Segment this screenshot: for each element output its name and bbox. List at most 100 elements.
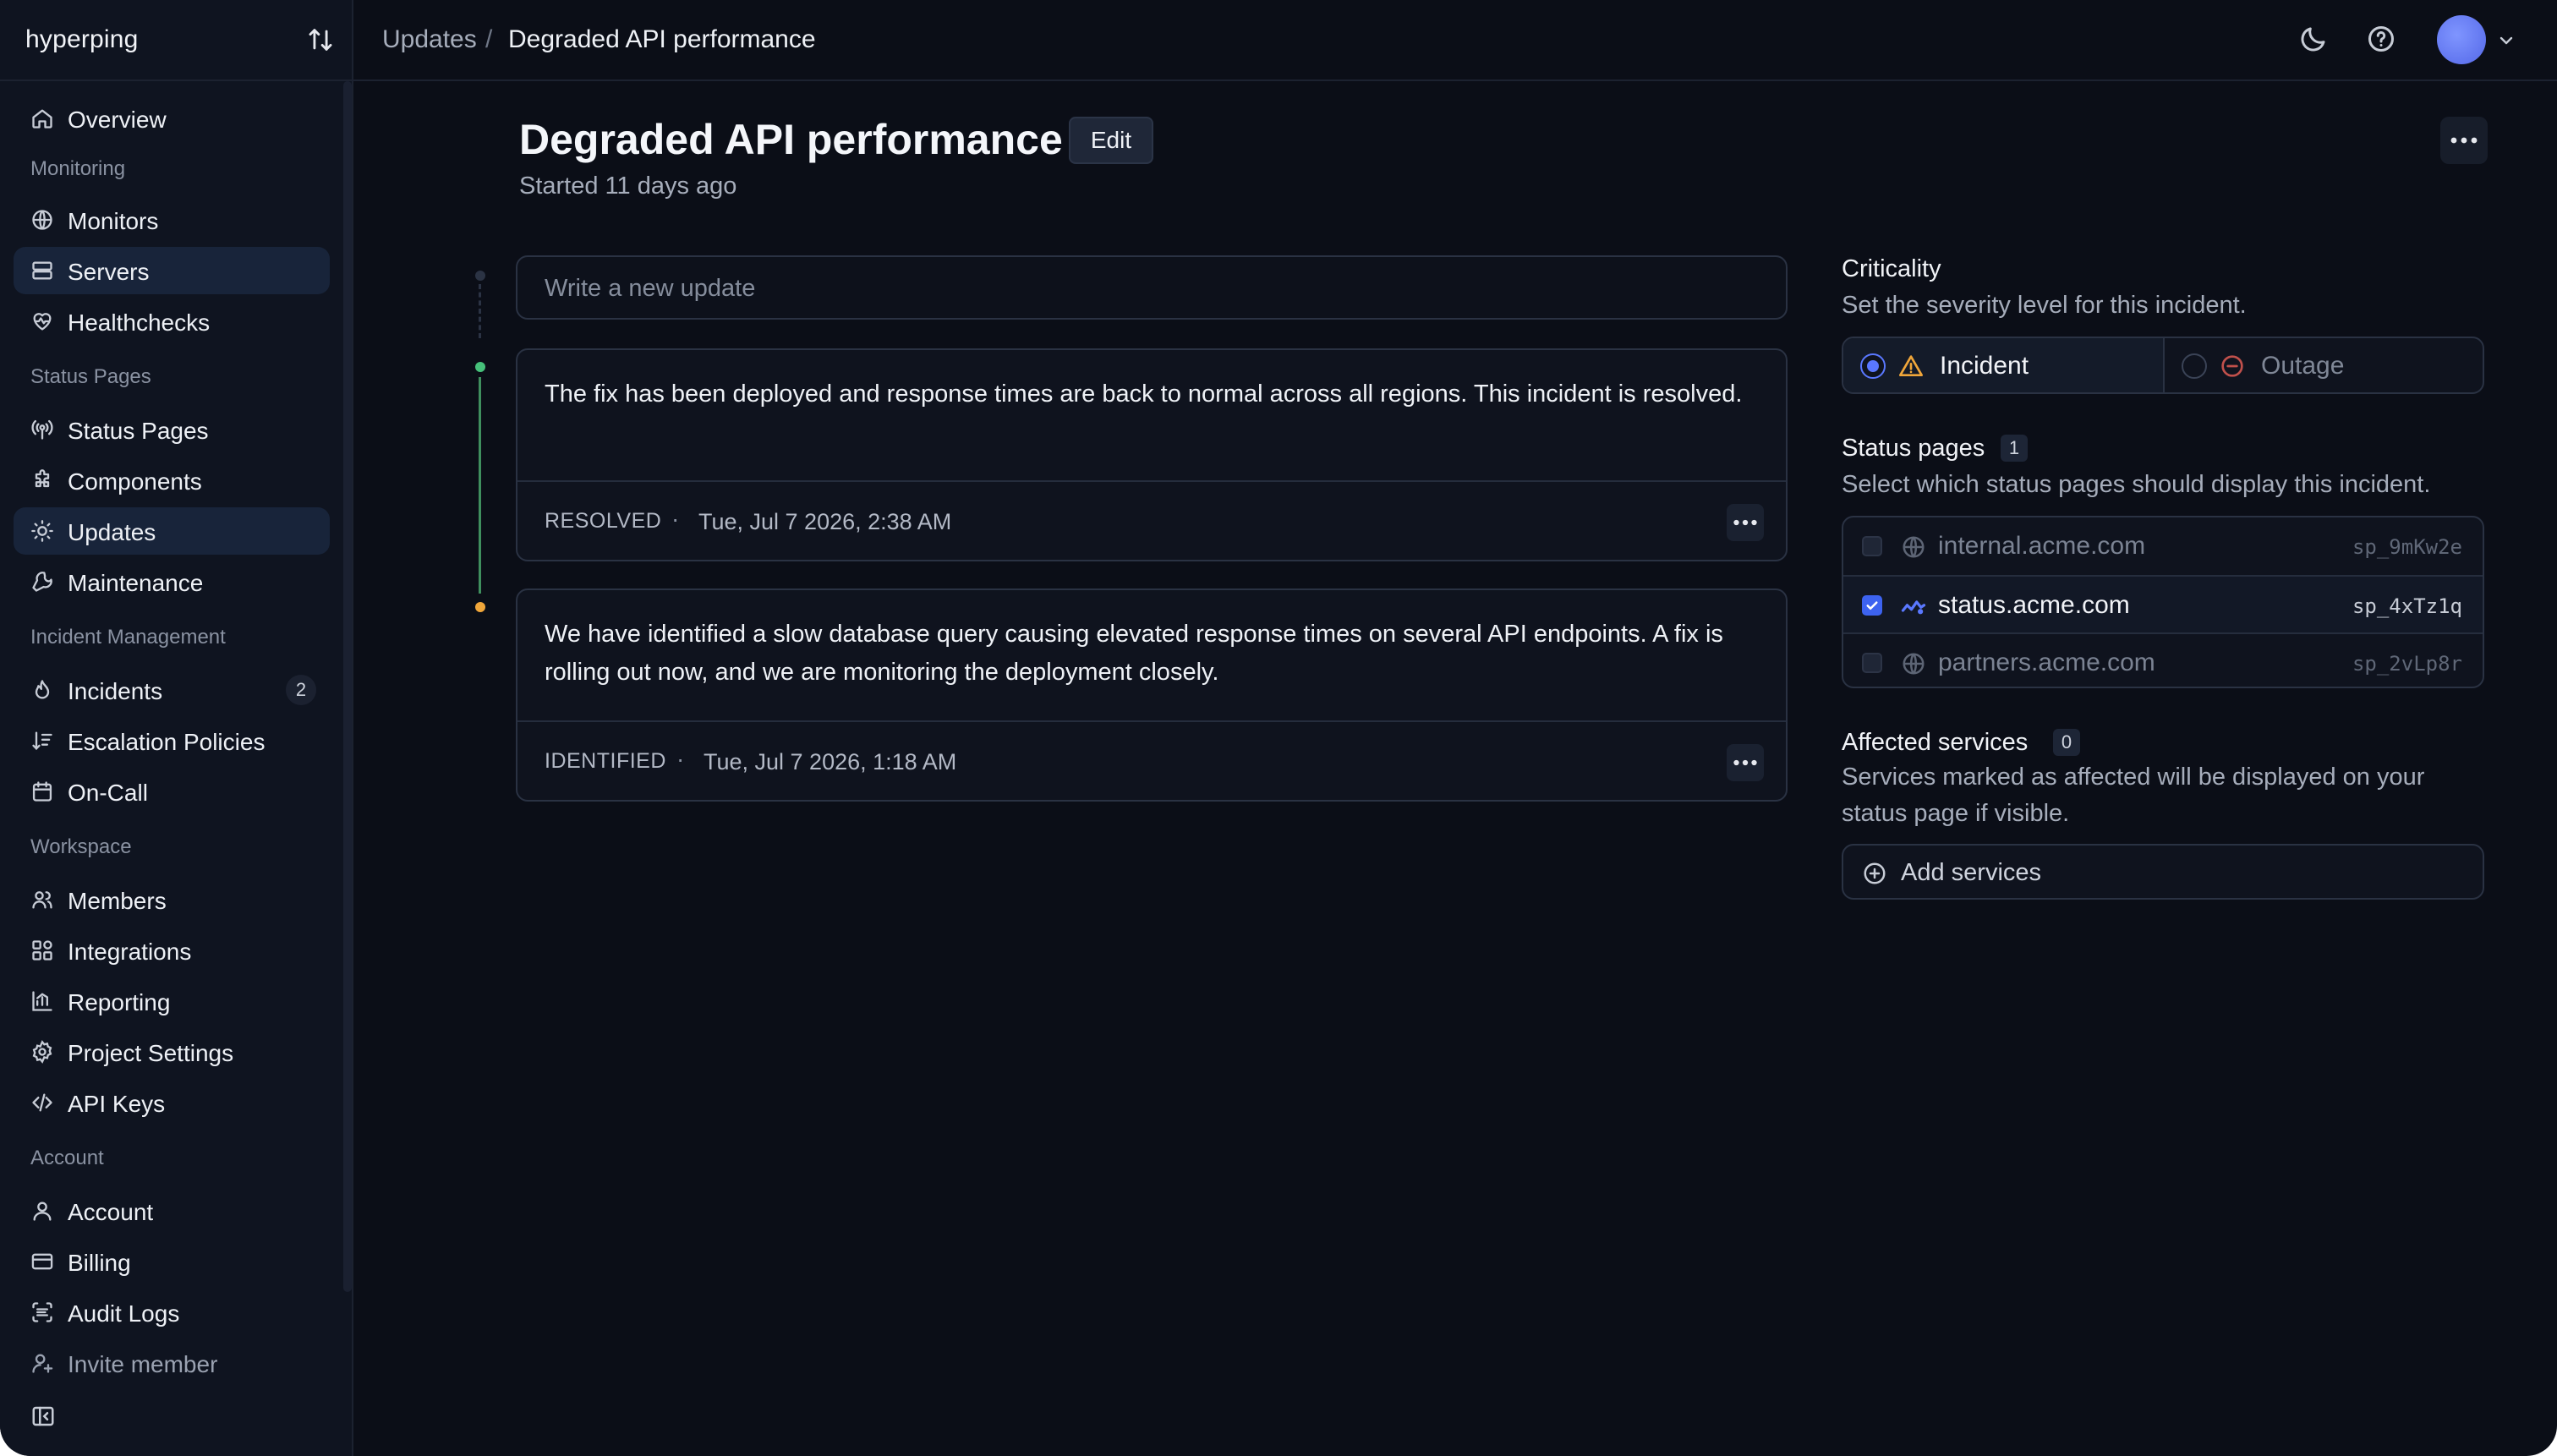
update-body: The fix has been deployed and response t… [545, 380, 1743, 408]
credit-card-icon [31, 1253, 53, 1270]
affected-services-count: 0 [2053, 729, 2080, 756]
breadcrumb-current: Degraded API performance [508, 25, 816, 53]
globe-icon [32, 210, 52, 230]
sort-descending-icon [32, 731, 52, 750]
activity-icon [1901, 600, 1926, 615]
sidebar-collapse-icon[interactable] [30, 1404, 56, 1429]
home-icon [32, 109, 52, 129]
update-footer: RESOLVED · Tue, Jul 7 2026, 2:38 AM [517, 480, 1786, 560]
sidebar-item-label: Maintenance [68, 570, 204, 596]
top-bar: Updates / Degraded API performance [353, 0, 2557, 81]
sidebar-item-label: Updates [68, 519, 156, 545]
blocks-icon [32, 940, 52, 961]
sidebar-item-audit-logs[interactable]: Audit Logs [14, 1289, 330, 1336]
sidebar-item-updates[interactable]: Updates [14, 507, 330, 555]
code-icon [32, 1093, 52, 1112]
gear-icon [32, 1040, 52, 1064]
checkbox-unchecked[interactable] [1862, 653, 1882, 673]
sidebar-item-label: Monitors [68, 208, 159, 234]
sidebar-item-label: API Keys [68, 1091, 166, 1117]
chevron-down-icon[interactable] [2496, 30, 2516, 51]
sidebar-item-account[interactable]: Account [14, 1187, 330, 1234]
sidebar-item-label: Status Pages [68, 418, 209, 444]
status-page-name: status.acme.com [1938, 591, 2130, 619]
checkbox-checked[interactable] [1862, 595, 1882, 616]
sidebar-item-label: Members [68, 888, 167, 914]
sidebar-item-label: Servers [68, 259, 150, 285]
puzzle-icon [35, 469, 50, 488]
sidebar-item-label: Healthchecks [68, 309, 211, 336]
users-icon [32, 891, 52, 909]
wrench-icon [32, 572, 52, 592]
sidebar-item-invite-member[interactable]: Invite member [14, 1339, 330, 1387]
update-card: The fix has been deployed and response t… [516, 348, 1788, 561]
status-page-row[interactable]: partners.acme.com sp_2vLp8r [1843, 632, 2483, 687]
update-more-button[interactable] [1727, 744, 1764, 781]
sidebar-item-label: Overview [68, 107, 167, 133]
sidebar-scrollbar[interactable] [343, 81, 352, 1292]
criticality-option-outage[interactable]: Outage [2165, 338, 2483, 392]
update-separator: · [671, 506, 680, 532]
sidebar-item-api-keys[interactable]: API Keys [14, 1079, 330, 1126]
help-circle-icon[interactable] [2366, 24, 2396, 54]
add-services-label: Add services [1901, 859, 2042, 886]
update-body: We have identified a slow database query… [545, 621, 1723, 686]
sidebar-item-reporting[interactable]: Reporting [14, 977, 330, 1025]
sidebar-section-workspace: Workspace [30, 835, 132, 858]
sidebar-item-label: Escalation Policies [68, 729, 266, 755]
update-timestamp: Tue, Jul 7 2026, 2:38 AM [698, 509, 952, 534]
sun-icon [31, 520, 53, 542]
app-window: hyperping Overview Monitoring Monitors S… [0, 0, 2557, 1456]
incident-more-button[interactable] [2440, 117, 2488, 164]
sidebar-item-on-call[interactable]: On-Call [14, 768, 330, 815]
affected-services-title: Affected services [1842, 729, 2029, 756]
criticality-selector: Incident Outage [1842, 337, 2484, 394]
radio-selected[interactable] [1860, 353, 1886, 379]
sidebar-item-servers[interactable]: Servers [14, 247, 330, 294]
radio-unselected[interactable] [2182, 353, 2207, 379]
incidents-count-badge: 2 [286, 675, 316, 705]
sidebar-item-label: Invite member [68, 1351, 218, 1377]
sidebar-item-overview[interactable]: Overview [14, 95, 330, 142]
incident-started: Started 11 days ago [519, 172, 737, 200]
sidebar-item-incidents[interactable]: Incidents 2 [14, 666, 330, 714]
sidebar-section-account: Account [30, 1147, 104, 1169]
update-more-button[interactable] [1727, 504, 1764, 541]
flame-icon [35, 680, 50, 699]
update-card: We have identified a slow database query… [516, 588, 1788, 802]
status-page-row[interactable]: status.acme.com sp_4xTz1q [1843, 575, 2483, 632]
app-name: hyperping [25, 25, 139, 53]
sidebar-item-healthchecks[interactable]: Healthchecks [14, 298, 330, 345]
status-page-row[interactable]: internal.acme.com sp_9mKw2e [1843, 517, 2483, 575]
status-page-id: sp_4xTz1q [2352, 594, 2462, 618]
status-page-name: partners.acme.com [1938, 649, 2155, 676]
sidebar-item-project-settings[interactable]: Project Settings [14, 1028, 330, 1076]
sidebar-item-status-pages[interactable]: Status Pages [14, 406, 330, 453]
new-update-input[interactable]: Write a new update [516, 255, 1788, 320]
sidebar-item-label: Reporting [68, 989, 171, 1015]
add-services-button[interactable]: Add services [1842, 844, 2484, 900]
sidebar-item-components[interactable]: Components [14, 457, 330, 504]
timeline-dot-identified [475, 602, 485, 612]
criticality-option-incident[interactable]: Incident [1843, 338, 2163, 392]
sidebar-item-escalation-policies[interactable]: Escalation Policies [14, 717, 330, 764]
update-status: RESOLVED [545, 509, 662, 533]
sidebar-item-maintenance[interactable]: Maintenance [14, 558, 330, 605]
moon-icon[interactable] [2298, 24, 2329, 54]
checkbox-unchecked[interactable] [1862, 536, 1882, 556]
arrow-up-down-icon[interactable] [306, 25, 335, 54]
sidebar-item-billing[interactable]: Billing [14, 1238, 330, 1285]
heart-pulse-icon [33, 313, 52, 331]
more-horizontal-icon [1733, 759, 1757, 766]
sidebar-item-members[interactable]: Members [14, 876, 330, 923]
edit-button[interactable]: Edit [1069, 117, 1153, 164]
sidebar-item-label: Account [68, 1199, 154, 1225]
minus-circle-icon [2221, 355, 2243, 377]
sidebar-item-integrations[interactable]: Integrations [14, 927, 330, 974]
sidebar-item-monitors[interactable]: Monitors [14, 196, 330, 244]
timeline-line [479, 377, 481, 594]
avatar[interactable] [2437, 15, 2486, 64]
criticality-description: Set the severity level for this incident… [1842, 292, 2247, 319]
server-icon [32, 261, 52, 280]
breadcrumb-parent[interactable]: Updates [382, 25, 477, 54]
